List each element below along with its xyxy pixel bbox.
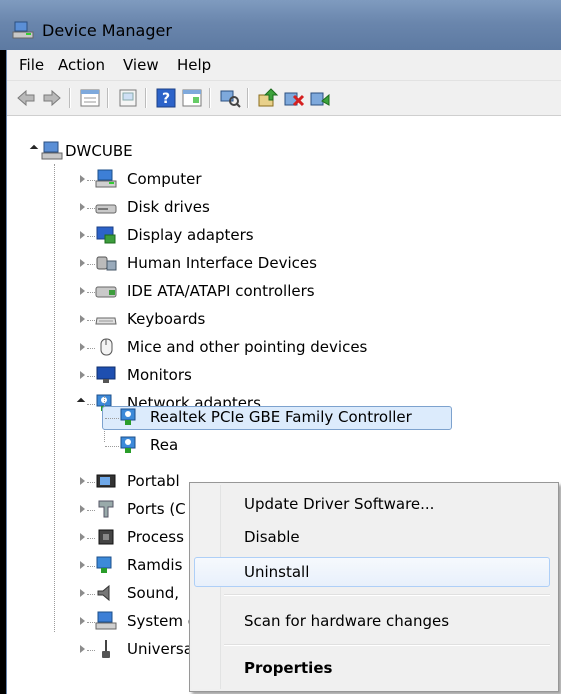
- mouse-icon: [100, 338, 113, 356]
- tree-item-network-child-2[interactable]: Rea: [7, 434, 307, 458]
- tree-item-label: Mice and other pointing devices: [127, 338, 368, 356]
- sound-icon: [97, 584, 110, 602]
- expand-arrow-icon[interactable]: [80, 315, 85, 323]
- tree-root-label: DWCUBE: [65, 142, 133, 160]
- tree-item-label: IDE ATA/ATAPI controllers: [127, 282, 315, 300]
- uninstall-icon[interactable]: [283, 87, 305, 109]
- ctx-properties[interactable]: Properties: [194, 653, 550, 683]
- expand-arrow-icon[interactable]: [80, 371, 85, 379]
- tree-item-network-child-1[interactable]: Realtek PCIe GBE Family Controller: [7, 406, 467, 430]
- properties-window-icon[interactable]: [181, 87, 203, 109]
- network-child-label: Realtek PCIe GBE Family Controller: [150, 408, 412, 426]
- expand-arrow-icon[interactable]: [80, 589, 85, 597]
- ctx-scan-hardware[interactable]: Scan for hardware changes: [194, 606, 550, 636]
- enable-device-icon[interactable]: [309, 87, 331, 109]
- tree-item-category[interactable]: Mice and other pointing devices: [7, 336, 467, 360]
- tree-item-category[interactable]: Computer: [7, 168, 467, 192]
- menu-help[interactable]: Help: [177, 56, 211, 74]
- forward-icon[interactable]: [41, 87, 63, 109]
- ctx-disable[interactable]: Disable: [194, 522, 550, 552]
- device-manager-window: File Action View Help ? DWCUBE Computer D…: [6, 50, 561, 694]
- tree-item-category[interactable]: IDE ATA/ATAPI controllers: [7, 280, 467, 304]
- tree-item-label: Process: [127, 528, 184, 546]
- expand-arrow-icon[interactable]: [80, 561, 85, 569]
- menu-view[interactable]: View: [123, 56, 159, 74]
- tree-item-label: Computer: [127, 170, 202, 188]
- ctx-uninstall[interactable]: Uninstall: [194, 557, 550, 587]
- expand-arrow-icon[interactable]: [80, 645, 85, 653]
- tree-item-category[interactable]: Human Interface Devices: [7, 252, 467, 276]
- portable-device-icon: [96, 474, 116, 488]
- hid-icon: [96, 256, 117, 271]
- expand-arrow-icon[interactable]: [80, 175, 85, 183]
- tree-item-label: Sound,: [127, 584, 180, 602]
- title-bar[interactable]: Device Manager: [0, 0, 561, 50]
- context-menu: Update Driver Software... Disable Uninst…: [189, 482, 559, 692]
- toolbar: ?: [7, 81, 561, 116]
- tree-item-label: Keyboards: [127, 310, 206, 328]
- properties-list-icon[interactable]: [79, 87, 101, 109]
- keyboard-icon: [95, 317, 117, 325]
- expand-arrow-icon[interactable]: [80, 343, 85, 351]
- expand-arrow-icon[interactable]: [80, 505, 85, 513]
- network-adapter-icon: [120, 408, 136, 425]
- usb-icon: [102, 640, 110, 658]
- tree-item-label: Human Interface Devices: [127, 254, 317, 272]
- expand-arrow-icon[interactable]: [80, 231, 85, 239]
- menu-file[interactable]: File: [19, 56, 44, 74]
- expand-arrow-icon[interactable]: [80, 203, 85, 211]
- svg-text:?: ?: [162, 91, 170, 107]
- tree-item-category[interactable]: Monitors: [7, 364, 467, 388]
- tree-item-label: Monitors: [127, 366, 192, 384]
- show-hidden-icon[interactable]: [117, 87, 139, 109]
- tree-item-category[interactable]: Display adapters: [7, 224, 467, 248]
- monitor-icon: [96, 366, 116, 383]
- ctx-update-driver[interactable]: Update Driver Software...: [194, 489, 550, 519]
- expand-arrow-icon[interactable]: [80, 259, 85, 267]
- tree-item-label: Portabl: [127, 472, 180, 490]
- help-icon[interactable]: ?: [155, 87, 177, 109]
- system-device-icon: [95, 611, 117, 630]
- processor-icon: [98, 529, 114, 545]
- display-adapter-icon: [96, 226, 116, 244]
- expand-arrow-icon[interactable]: [80, 477, 85, 485]
- window-title: Device Manager: [42, 21, 172, 40]
- expand-arrow-icon[interactable]: [80, 617, 85, 625]
- tree-item-category[interactable]: Keyboards: [7, 308, 467, 332]
- menu-bar: File Action View Help: [7, 50, 561, 81]
- expand-arrow-icon[interactable]: [80, 287, 85, 295]
- network-adapter-icon: [120, 436, 136, 453]
- tree-item-label: Ramdis: [127, 556, 183, 574]
- tree-item-category[interactable]: Disk drives: [7, 196, 467, 220]
- device-manager-icon: [12, 21, 34, 39]
- update-driver-icon[interactable]: [257, 87, 279, 109]
- tree-item-label: Display adapters: [127, 226, 254, 244]
- ramdisk-icon: [96, 556, 112, 573]
- tree-item-label: Disk drives: [127, 198, 210, 216]
- collapse-arrow-icon[interactable]: [76, 397, 86, 407]
- ide-controller-icon: [95, 286, 117, 298]
- tree-root[interactable]: DWCUBE: [7, 140, 407, 164]
- tree-item-label: Ports (C: [127, 500, 186, 518]
- network-child-label: Rea: [150, 436, 179, 454]
- scan-hardware-icon[interactable]: [219, 87, 241, 109]
- port-icon: [98, 500, 114, 518]
- expand-arrow-icon[interactable]: [80, 533, 85, 541]
- disk-drive-icon: [95, 204, 117, 214]
- computer-root-icon: [41, 141, 63, 160]
- back-icon[interactable]: [15, 87, 37, 109]
- computer-icon: [95, 169, 117, 188]
- menu-action[interactable]: Action: [58, 56, 105, 74]
